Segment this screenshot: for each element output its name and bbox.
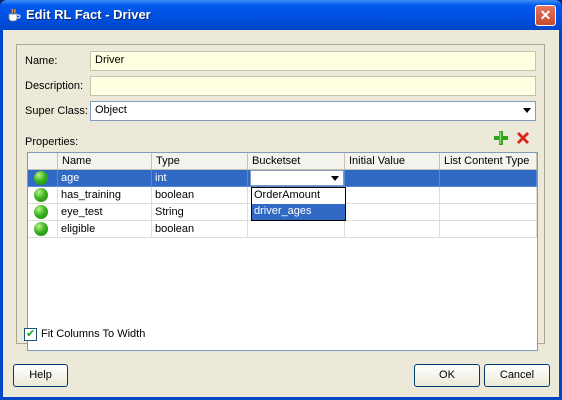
cell-name[interactable]: eligible [58, 221, 152, 238]
name-value: Driver [95, 54, 125, 66]
window-title: Edit RL Fact - Driver [26, 7, 151, 22]
title-bar[interactable]: Edit RL Fact - Driver ✕ [0, 0, 562, 30]
coffee-cup-icon [8, 8, 21, 22]
dialog-client-area: Name: Driver Description: Super Class: O… [3, 30, 559, 397]
chevron-down-icon[interactable] [331, 176, 339, 181]
cell-list-content-type[interactable] [440, 187, 537, 204]
cell-list-content-type[interactable] [440, 170, 537, 187]
cancel-button[interactable]: Cancel [484, 364, 550, 387]
row-status-cell [28, 221, 58, 238]
cell-initial-value[interactable] [345, 187, 440, 204]
cell-type[interactable]: String [152, 204, 248, 221]
row-status-cell [28, 187, 58, 204]
cell-bucketset[interactable] [248, 221, 345, 238]
bucketset-combo[interactable] [250, 170, 344, 186]
dropdown-option-driver-ages[interactable]: driver_ages [252, 204, 345, 220]
superclass-value: Object [95, 104, 127, 116]
cell-bucketset[interactable] [248, 170, 345, 187]
row-status-cell [28, 204, 58, 221]
column-header-bucketset[interactable]: Bucketset [248, 153, 345, 170]
column-header-type[interactable]: Type [152, 153, 248, 170]
cell-list-content-type[interactable] [440, 204, 537, 221]
chevron-down-icon[interactable] [523, 108, 531, 113]
name-field[interactable]: Driver [90, 51, 536, 71]
status-ok-icon [34, 188, 48, 202]
cell-initial-value[interactable] [345, 221, 440, 238]
row-status-cell [28, 170, 58, 187]
superclass-combo[interactable]: Object [90, 101, 536, 121]
fit-columns-label[interactable]: Fit Columns To Width [41, 328, 145, 340]
status-ok-icon [34, 222, 48, 236]
name-label: Name: [25, 55, 58, 67]
dialog-window: Edit RL Fact - Driver ✕ Name: Driver Des… [0, 0, 562, 400]
checkmark-icon: ✔ [26, 328, 36, 340]
delete-icon[interactable] [515, 130, 531, 146]
description-label: Description: [25, 80, 84, 92]
cell-type[interactable]: boolean [152, 221, 248, 238]
column-header-list-content-type[interactable]: List Content Type [440, 153, 537, 170]
properties-table[interactable]: Name Type Bucketset Initial Value List C… [27, 152, 538, 351]
status-ok-icon [34, 171, 48, 185]
table-header-status [28, 153, 58, 170]
cell-type[interactable]: int [152, 170, 248, 187]
help-button[interactable]: Help [13, 364, 68, 387]
table-row[interactable]: age int [28, 170, 537, 187]
description-field[interactable] [90, 76, 536, 96]
cell-initial-value[interactable] [345, 204, 440, 221]
cell-name[interactable]: has_training [58, 187, 152, 204]
table-row[interactable]: eligible boolean [28, 221, 537, 238]
cell-initial-value[interactable] [345, 170, 440, 187]
add-icon[interactable] [493, 130, 509, 146]
close-button[interactable]: ✕ [535, 5, 556, 26]
superclass-label: Super Class: [25, 105, 88, 117]
cell-list-content-type[interactable] [440, 221, 537, 238]
status-ok-icon [34, 205, 48, 219]
cell-type[interactable]: boolean [152, 187, 248, 204]
bucketset-dropdown-list[interactable]: OrderAmount driver_ages [251, 187, 346, 221]
properties-label: Properties: [25, 136, 79, 148]
cell-name[interactable]: age [58, 170, 152, 187]
column-header-initial-value[interactable]: Initial Value [345, 153, 440, 170]
dropdown-option-orderamount[interactable]: OrderAmount [252, 188, 345, 204]
close-icon: ✕ [539, 7, 552, 23]
ok-button[interactable]: OK [414, 364, 480, 387]
column-header-name[interactable]: Name [58, 153, 152, 170]
cell-name[interactable]: eye_test [58, 204, 152, 221]
fit-columns-checkbox[interactable]: ✔ [24, 328, 37, 341]
